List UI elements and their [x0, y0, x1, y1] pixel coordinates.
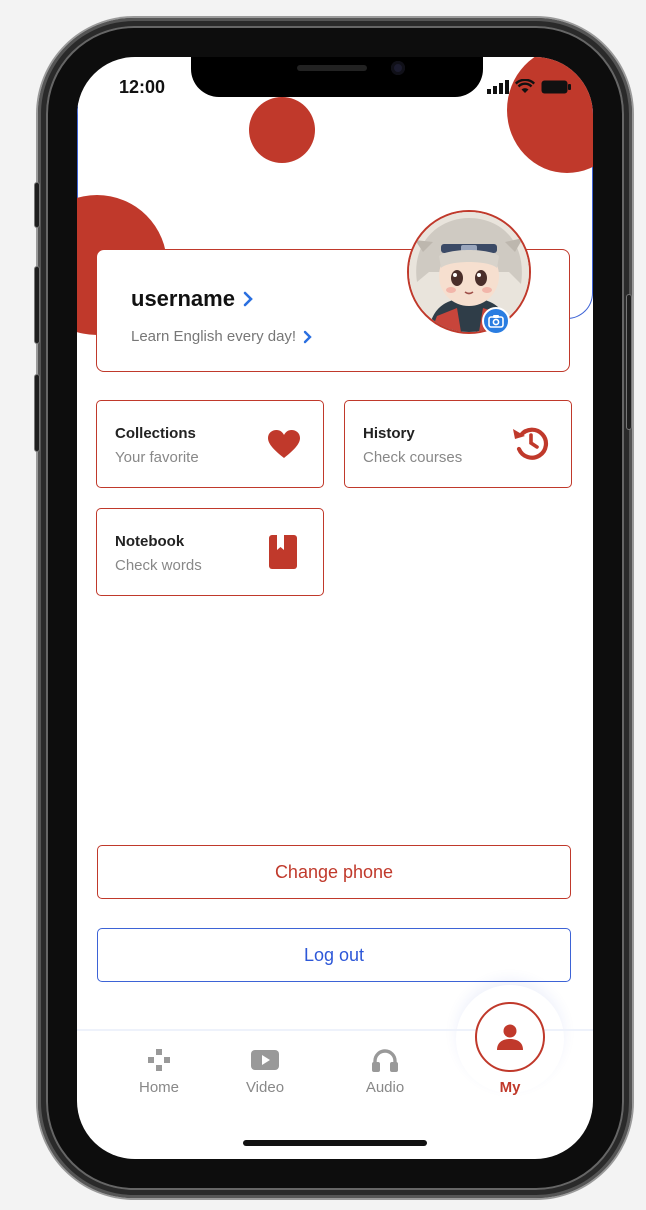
volume-up-button	[34, 266, 40, 344]
home-indicator[interactable]	[243, 1140, 427, 1146]
volume-down-button	[34, 374, 40, 452]
app-screen: 12:00 username Learn English every day! …	[77, 57, 593, 1159]
tab-home[interactable]: Home	[119, 1047, 199, 1096]
notch	[191, 57, 483, 97]
tab-label: Home	[138, 1079, 179, 1096]
card-title: Collections	[115, 425, 196, 442]
tab-label: Audio	[365, 1079, 405, 1096]
decor-circle-top	[249, 97, 315, 163]
history-icon	[513, 427, 549, 460]
logout-button[interactable]: Log out	[97, 928, 571, 982]
tab-label: Video	[245, 1079, 285, 1096]
power-button	[626, 294, 632, 430]
heart-icon	[268, 430, 300, 458]
wifi-icon	[515, 79, 535, 93]
user-icon	[497, 1024, 523, 1050]
camera-icon	[488, 315, 504, 328]
status-icons	[487, 79, 571, 94]
change-phone-button[interactable]: Change phone	[97, 845, 571, 899]
status-time: 12:00	[119, 77, 166, 97]
bookmark-icon	[269, 535, 297, 569]
card-title: Notebook	[115, 533, 185, 550]
tab-label: My	[499, 1079, 521, 1096]
chevron-right-icon	[303, 330, 312, 343]
card-title: History	[363, 425, 415, 442]
play-icon	[251, 1050, 279, 1070]
tab-my-button[interactable]	[475, 1002, 545, 1072]
headphones-icon	[372, 1049, 398, 1072]
signal-icon	[487, 80, 509, 94]
avatar[interactable]	[407, 210, 531, 334]
collections-card[interactable]: Collections Your favorite	[96, 400, 324, 488]
card-subtitle: Check words	[115, 557, 202, 574]
change-avatar-button[interactable]	[482, 307, 510, 335]
notebook-card[interactable]: Notebook Check words	[96, 508, 324, 596]
username-link[interactable]: username	[131, 286, 253, 312]
avatar-illustration	[409, 212, 529, 332]
front-camera	[391, 61, 405, 75]
gamepad-icon	[148, 1049, 170, 1071]
chevron-right-icon	[243, 291, 253, 307]
card-subtitle: Check courses	[363, 449, 463, 466]
earpiece	[297, 65, 367, 71]
motto-link[interactable]: Learn English every day!	[131, 328, 312, 345]
tab-video[interactable]: Video	[225, 1047, 305, 1096]
card-subtitle: Your favorite	[115, 449, 199, 466]
tab-audio[interactable]: Audio	[345, 1047, 425, 1096]
mute-switch	[34, 182, 40, 228]
motto-text: Learn English every day!	[131, 328, 297, 345]
history-card[interactable]: History Check courses	[344, 400, 572, 488]
username: username	[131, 286, 235, 311]
battery-icon	[541, 80, 571, 94]
